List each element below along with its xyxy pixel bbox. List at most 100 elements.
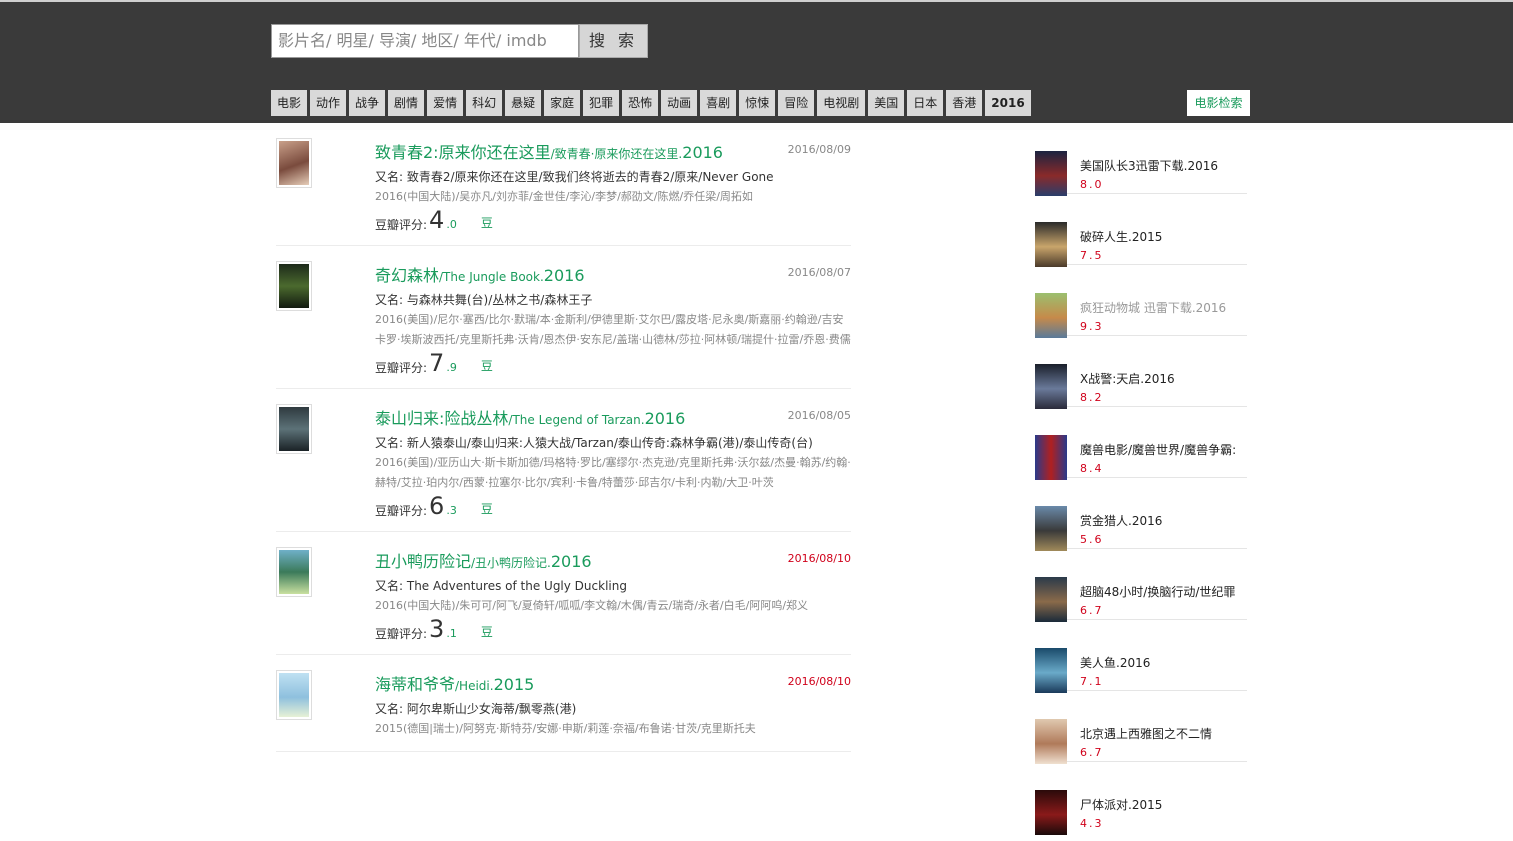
sidebar-item[interactable]: 赏金猎人.2016 5.6 bbox=[1035, 478, 1247, 551]
list-item: 泰山归来:险战丛林/The Legend of Tarzan.2016 2016… bbox=[276, 389, 851, 532]
movie-title-link[interactable]: 致青春2:原来你还在这里/致青春·原来你还在这里.2016 bbox=[375, 143, 723, 162]
sidebar-title[interactable]: 美国队长3迅雷下载.2016 bbox=[1080, 157, 1245, 174]
nav-item-2016[interactable]: 2016 bbox=[985, 90, 1031, 116]
list-item: 奇幻森林/The Jungle Book.2016 2016/08/07 又名:… bbox=[276, 246, 851, 389]
sidebar-item[interactable]: 北京遇上西雅图之不二情 6.7 bbox=[1035, 691, 1247, 764]
nav-item-japan[interactable]: 日本 bbox=[907, 90, 944, 116]
movie-meta: 2016(中国大陆)/朱可可/阿飞/夏倚轩/呱呱/李文翰/木偶/青云/瑞奇/永者… bbox=[375, 599, 809, 612]
sidebar-score: 5.6 bbox=[1080, 533, 1104, 546]
sidebar-poster[interactable] bbox=[1035, 648, 1067, 693]
sidebar-score: 8.4 bbox=[1080, 462, 1104, 475]
movie-poster[interactable] bbox=[276, 404, 312, 454]
douban-link[interactable]: 豆 bbox=[481, 623, 493, 640]
list-item: 海蒂和爷爷/Heidi.2015 2016/08/10 又名: 阿尔卑斯山少女海… bbox=[276, 655, 851, 752]
sidebar-poster[interactable] bbox=[1035, 435, 1067, 480]
sidebar-poster[interactable] bbox=[1035, 364, 1067, 409]
sidebar-title[interactable]: 美人鱼.2016 bbox=[1080, 654, 1245, 671]
post-date: 2016/08/10 bbox=[787, 552, 851, 565]
movie-poster[interactable] bbox=[276, 138, 312, 188]
movie-title-link[interactable]: 海蒂和爷爷/Heidi.2015 bbox=[375, 675, 534, 694]
sidebar-item[interactable]: 美国队长3迅雷下载.2016 8.0 bbox=[1035, 123, 1247, 196]
movie-meta: 2016(美国)/亚历山大·斯卡斯加德/玛格特·罗比/塞缪尔·杰克逊/克里斯托弗… bbox=[375, 456, 851, 489]
nav-item-drama[interactable]: 剧情 bbox=[388, 90, 425, 116]
movie-poster[interactable] bbox=[276, 670, 312, 720]
movie-title-link[interactable]: 泰山归来:险战丛林/The Legend of Tarzan.2016 bbox=[375, 409, 685, 428]
sidebar-score: 8.0 bbox=[1080, 178, 1104, 191]
nav-item-tv[interactable]: 电视剧 bbox=[817, 90, 866, 116]
nav-item-animation[interactable]: 动画 bbox=[661, 90, 698, 116]
movie-poster[interactable] bbox=[276, 547, 312, 597]
douban-link[interactable]: 豆 bbox=[481, 214, 493, 231]
sidebar-item[interactable]: 魔兽电影/魔兽世界/魔兽争霸: 8.4 bbox=[1035, 407, 1247, 480]
sidebar-title[interactable]: 赏金猎人.2016 bbox=[1080, 512, 1245, 529]
movie-meta: 2015(德国|瑞士)/阿努克·斯特芬/安娜·申斯/莉莲·奈福/布鲁诺·甘茨/克… bbox=[375, 722, 756, 735]
sidebar-item[interactable]: 尸体派对.2015 4.3 bbox=[1035, 762, 1247, 835]
aka-line: 又名: 与森林共舞(台)/丛林之书/森林王子 bbox=[375, 293, 593, 307]
sidebar-score: 9.3 bbox=[1080, 320, 1104, 333]
sidebar-item[interactable]: 超脑48小时/换脑行动/世纪罪 6.7 bbox=[1035, 549, 1247, 622]
sidebar-poster[interactable] bbox=[1035, 719, 1067, 764]
nav-item-adventure[interactable]: 冒险 bbox=[778, 90, 815, 116]
sidebar-poster[interactable] bbox=[1035, 151, 1067, 196]
sidebar-score: 7.5 bbox=[1080, 249, 1104, 262]
douban-link[interactable]: 豆 bbox=[481, 357, 493, 374]
douban-rating: 豆瓣评分: 4.0 豆 bbox=[375, 206, 493, 234]
sidebar-poster[interactable] bbox=[1035, 790, 1067, 835]
category-nav: 电影 动作 战争 剧情 爱情 科幻 悬疑 家庭 犯罪 恐怖 动画 喜剧 惊悚 冒… bbox=[271, 90, 1031, 116]
sidebar-title[interactable]: 破碎人生.2015 bbox=[1080, 228, 1245, 245]
search-button[interactable]: 搜 索 bbox=[579, 24, 648, 58]
sidebar-score: 6.7 bbox=[1080, 604, 1104, 617]
sidebar-title[interactable]: 北京遇上西雅图之不二情 bbox=[1080, 725, 1245, 742]
nav-item-scifi[interactable]: 科幻 bbox=[466, 90, 503, 116]
movie-title-link[interactable]: 丑小鸭历险记/丑小鸭历险记.2016 bbox=[375, 552, 592, 571]
movie-meta: 2016(中国大陆)/吴亦凡/刘亦菲/金世佳/李沁/李梦/郝劭文/陈燃/乔任梁/… bbox=[375, 190, 753, 203]
sidebar-score: 6.7 bbox=[1080, 746, 1104, 759]
nav-item-movie[interactable]: 电影 bbox=[271, 90, 308, 116]
douban-rating: 豆瓣评分: 6.3 豆 bbox=[375, 492, 493, 520]
post-date: 2016/08/10 bbox=[787, 675, 851, 688]
post-date: 2016/08/07 bbox=[787, 266, 851, 279]
post-date: 2016/08/09 bbox=[787, 143, 851, 156]
nav-item-family[interactable]: 家庭 bbox=[544, 90, 581, 116]
aka-line: 又名: 新人猿泰山/泰山归来:人猿大战/Tarzan/泰山传奇:森林争霸(港)/… bbox=[375, 436, 813, 450]
nav-item-comedy[interactable]: 喜剧 bbox=[700, 90, 737, 116]
nav-item-mystery[interactable]: 悬疑 bbox=[505, 90, 542, 116]
sidebar-item[interactable]: 破碎人生.2015 7.5 bbox=[1035, 194, 1247, 267]
nav-item-action[interactable]: 动作 bbox=[310, 90, 347, 116]
list-item: 致青春2:原来你还在这里/致青春·原来你还在这里.2016 2016/08/09… bbox=[276, 123, 851, 246]
sidebar-poster[interactable] bbox=[1035, 506, 1067, 551]
sidebar-poster[interactable] bbox=[1035, 293, 1067, 338]
sidebar-title[interactable]: 超脑48小时/换脑行动/世纪罪 bbox=[1080, 583, 1245, 600]
sidebar-score: 4.3 bbox=[1080, 817, 1104, 830]
nav-item-war[interactable]: 战争 bbox=[349, 90, 386, 116]
movie-title-link[interactable]: 奇幻森林/The Jungle Book.2016 bbox=[375, 266, 585, 285]
nav-item-thriller[interactable]: 惊悚 bbox=[739, 90, 776, 116]
top-bar: 影片名/ 明星/ 导演/ 地区/ 年代/ imdb 搜 索 电影 动作 战争 剧… bbox=[0, 0, 1513, 123]
nav-item-romance[interactable]: 爱情 bbox=[427, 90, 464, 116]
search-input[interactable]: 影片名/ 明星/ 导演/ 地区/ 年代/ imdb bbox=[271, 24, 579, 58]
nav-item-hongkong[interactable]: 香港 bbox=[946, 90, 983, 116]
douban-rating: 豆瓣评分: 3.1 豆 bbox=[375, 615, 493, 643]
sidebar-poster[interactable] bbox=[1035, 222, 1067, 267]
nav-item-crime[interactable]: 犯罪 bbox=[583, 90, 620, 116]
movie-search-link[interactable]: 电影检索 bbox=[1187, 90, 1250, 116]
movie-poster[interactable] bbox=[276, 261, 312, 311]
sidebar-score: 7.1 bbox=[1080, 675, 1104, 688]
movie-list: 致青春2:原来你还在这里/致青春·原来你还在这里.2016 2016/08/09… bbox=[276, 123, 851, 752]
popular-sidebar: 美国队长3迅雷下载.2016 8.0 破碎人生.2015 7.5 疯狂动物城 迅… bbox=[1035, 123, 1247, 835]
post-date: 2016/08/05 bbox=[787, 409, 851, 422]
sidebar-item[interactable]: X战警:天启.2016 8.2 bbox=[1035, 336, 1247, 409]
nav-item-horror[interactable]: 恐怖 bbox=[622, 90, 659, 116]
douban-link[interactable]: 豆 bbox=[481, 500, 493, 517]
nav-item-usa[interactable]: 美国 bbox=[868, 90, 905, 116]
douban-rating: 豆瓣评分: 7.9 豆 bbox=[375, 349, 493, 377]
sidebar-title[interactable]: 魔兽电影/魔兽世界/魔兽争霸: bbox=[1080, 441, 1245, 458]
sidebar-title[interactable]: 疯狂动物城 迅雷下载.2016 bbox=[1080, 299, 1245, 316]
sidebar-title[interactable]: X战警:天启.2016 bbox=[1080, 370, 1245, 387]
sidebar-item[interactable]: 美人鱼.2016 7.1 bbox=[1035, 620, 1247, 693]
aka-line: 又名: 致青春2/原来你还在这里/致我们终将逝去的青春2/原来/Never Go… bbox=[375, 170, 774, 184]
sidebar-title[interactable]: 尸体派对.2015 bbox=[1080, 796, 1245, 813]
sidebar-poster[interactable] bbox=[1035, 577, 1067, 622]
list-item: 丑小鸭历险记/丑小鸭历险记.2016 2016/08/10 又名: The Ad… bbox=[276, 532, 851, 655]
sidebar-item[interactable]: 疯狂动物城 迅雷下载.2016 9.3 bbox=[1035, 265, 1247, 338]
